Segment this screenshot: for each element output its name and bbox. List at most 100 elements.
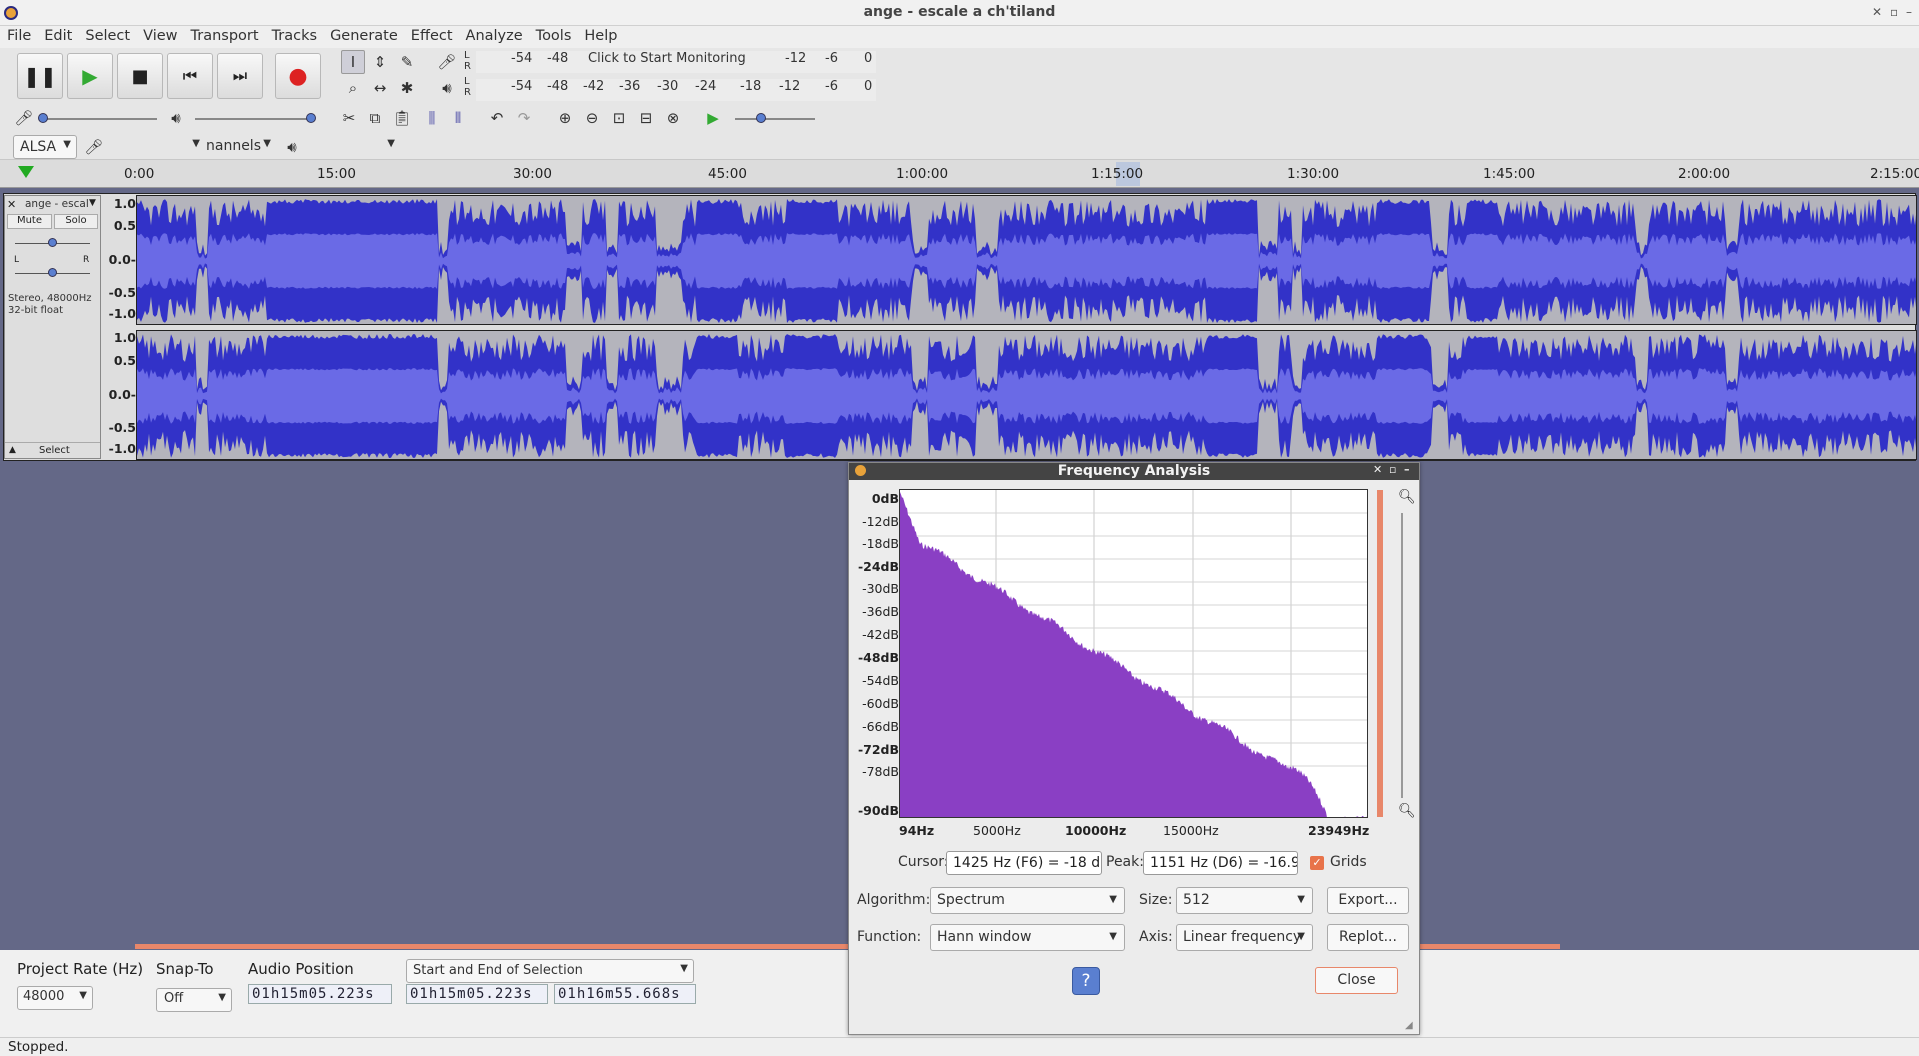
zoom-slider[interactable] xyxy=(1401,513,1403,798)
zoom-tool[interactable]: ⌕ xyxy=(341,76,365,100)
pan-knob[interactable] xyxy=(48,268,57,277)
record-volume-knob[interactable] xyxy=(38,113,48,123)
play-button[interactable]: ▶ xyxy=(67,53,113,99)
playback-device-select[interactable]: ▼ xyxy=(305,135,400,159)
track-menu-chevron-icon[interactable]: ▼ xyxy=(89,198,96,208)
copy-button[interactable]: ⧉ xyxy=(363,106,387,130)
restore-window-icon[interactable]: ▫ xyxy=(1890,5,1898,19)
gain-knob[interactable] xyxy=(48,238,57,247)
playback-volume-slider[interactable] xyxy=(195,118,315,120)
audio-host-select[interactable]: ALSA ▼ xyxy=(13,135,77,159)
close-track-icon[interactable]: ✕ xyxy=(7,198,16,211)
collapse-track-icon[interactable]: ▲ xyxy=(9,445,16,455)
dialog-title-bar[interactable]: Frequency Analysis ✕ ▫ – xyxy=(849,463,1419,480)
selection-tool[interactable]: I xyxy=(341,50,365,74)
menu-generate[interactable]: Generate xyxy=(323,26,404,44)
skip-to-end-button[interactable]: ⏭ xyxy=(217,53,263,99)
track-name[interactable]: ange - escal xyxy=(25,198,89,210)
help-button[interactable]: ? xyxy=(1072,967,1100,995)
undo-button[interactable]: ↶ xyxy=(485,106,509,130)
envelope-tool[interactable]: ⇕ xyxy=(368,50,392,74)
record-volume-slider[interactable] xyxy=(42,118,157,120)
skip-to-start-button[interactable]: ⏮ xyxy=(167,53,213,99)
time-shift-tool[interactable]: ↔ xyxy=(368,76,392,100)
pause-button[interactable]: ❚❚ xyxy=(17,53,63,99)
menu-view[interactable]: View xyxy=(136,26,183,44)
playback-volume-knob[interactable] xyxy=(306,113,316,123)
zoom-in-button[interactable]: ⊕ xyxy=(553,106,577,130)
timeline-ruler[interactable]: 0:00 15:00 30:00 45:00 1:00:00 1:15:00 1… xyxy=(0,160,1919,188)
menu-transport[interactable]: Transport xyxy=(184,26,265,44)
trim-button[interactable]: ⫼ xyxy=(420,106,444,130)
select-track-button[interactable]: Select xyxy=(39,445,70,456)
resize-grip-icon[interactable]: ◢ xyxy=(1405,1020,1413,1031)
paste-button[interactable]: 📋︎ xyxy=(390,106,414,130)
draw-tool[interactable]: ✎ xyxy=(395,50,419,74)
project-rate-select[interactable]: 48000 ▼ xyxy=(17,986,93,1010)
vertical-scrollbar[interactable] xyxy=(1377,490,1383,817)
y-axis-label: -36dB xyxy=(862,604,899,619)
record-meter-button[interactable]: 🎤︎ xyxy=(435,50,459,74)
redo-button[interactable]: ↷ xyxy=(512,106,536,130)
menu-tracks[interactable]: Tracks xyxy=(265,26,324,44)
fit-project-button[interactable]: ⊟ xyxy=(634,106,658,130)
algorithm-select[interactable]: Spectrum ▼ xyxy=(930,887,1125,914)
play-speed-slider[interactable] xyxy=(735,118,815,120)
menu-effect[interactable]: Effect xyxy=(404,26,459,44)
recording-device-select[interactable]: ▼ xyxy=(105,135,205,159)
grids-checkbox[interactable]: ✓ xyxy=(1310,856,1324,870)
dialog-minimize-icon[interactable]: – xyxy=(1404,463,1410,476)
waveform-right-channel[interactable] xyxy=(136,330,1917,460)
size-select[interactable]: 512 ▼ xyxy=(1176,887,1313,914)
play-head-marker-icon[interactable] xyxy=(18,166,34,178)
silence-button[interactable]: ⫴ xyxy=(446,106,470,130)
pan-left-label: L xyxy=(14,255,20,265)
zoom-toggle-button[interactable]: ⊗ xyxy=(661,106,685,130)
menu-file[interactable]: File xyxy=(0,26,37,44)
menu-edit[interactable]: Edit xyxy=(37,26,78,44)
solo-button[interactable]: Solo xyxy=(54,214,98,229)
menu-tools[interactable]: Tools xyxy=(529,26,578,44)
waveform-left-channel[interactable] xyxy=(136,195,1917,325)
peak-field[interactable]: 1151 Hz (D6) = -16.9 d xyxy=(1143,851,1298,875)
export-button[interactable]: Export... xyxy=(1327,887,1409,914)
zoom-out-icon[interactable]: 🔍︎ xyxy=(1398,803,1416,819)
play-meter[interactable]: -54 -48 -42 -36 -30 -24 -18 -12 -6 0 xyxy=(476,79,876,101)
selection-mode-select[interactable]: Start and End of Selection ▼ xyxy=(406,959,694,983)
minimize-window-icon[interactable]: – xyxy=(1906,5,1912,19)
cut-button[interactable]: ✂ xyxy=(337,106,361,130)
multi-tool[interactable]: ✱ xyxy=(395,76,419,100)
cursor-field[interactable]: 1425 Hz (F6) = -18 dB xyxy=(946,851,1102,875)
asterisk-icon: ✱ xyxy=(400,79,414,97)
dialog-maximize-icon[interactable]: ▫ xyxy=(1389,463,1396,476)
audio-position-field[interactable]: 01h15m05.223s xyxy=(248,984,392,1004)
y-axis-label: -24dB xyxy=(857,559,899,574)
axis-select[interactable]: Linear frequency ▼ xyxy=(1176,924,1313,951)
spectrum-plot[interactable] xyxy=(899,489,1368,818)
scale-label: -0.5 xyxy=(108,285,136,300)
play-speed-knob[interactable] xyxy=(756,113,766,123)
selection-start-field[interactable]: 01h15m05.223s xyxy=(406,984,548,1004)
click-to-start-monitoring[interactable]: Click to Start Monitoring xyxy=(588,51,746,66)
menu-analyze[interactable]: Analyze xyxy=(459,26,529,44)
function-select[interactable]: Hann window ▼ xyxy=(930,924,1125,951)
menu-select[interactable]: Select xyxy=(78,26,136,44)
stop-button[interactable]: ■ xyxy=(117,53,163,99)
replot-button[interactable]: Replot... xyxy=(1327,924,1409,951)
menu-help[interactable]: Help xyxy=(577,26,623,44)
play-meter-button[interactable]: 🔊︎ xyxy=(435,76,459,100)
record-button[interactable]: ● xyxy=(275,53,321,99)
selection-end-field[interactable]: 01h16m55.668s xyxy=(554,984,696,1004)
close-window-icon[interactable]: ✕ xyxy=(1872,5,1882,19)
play-at-speed-button[interactable]: ▶ xyxy=(701,106,725,130)
zoom-in-icon[interactable]: 🔍︎ xyxy=(1398,489,1416,505)
recording-channels-select[interactable]: nannels ▼ xyxy=(202,135,276,159)
dialog-close-icon[interactable]: ✕ xyxy=(1373,463,1382,476)
mute-button[interactable]: Mute xyxy=(7,214,52,229)
snap-to-select[interactable]: Off ▼ xyxy=(156,988,232,1012)
fit-project-icon: ⊟ xyxy=(639,109,653,127)
close-button[interactable]: Close xyxy=(1315,967,1398,994)
record-meter[interactable]: -54 -48 Click to Start Monitoring -12 -6… xyxy=(476,51,876,73)
fit-selection-button[interactable]: ⊡ xyxy=(607,106,631,130)
zoom-out-button[interactable]: ⊖ xyxy=(580,106,604,130)
